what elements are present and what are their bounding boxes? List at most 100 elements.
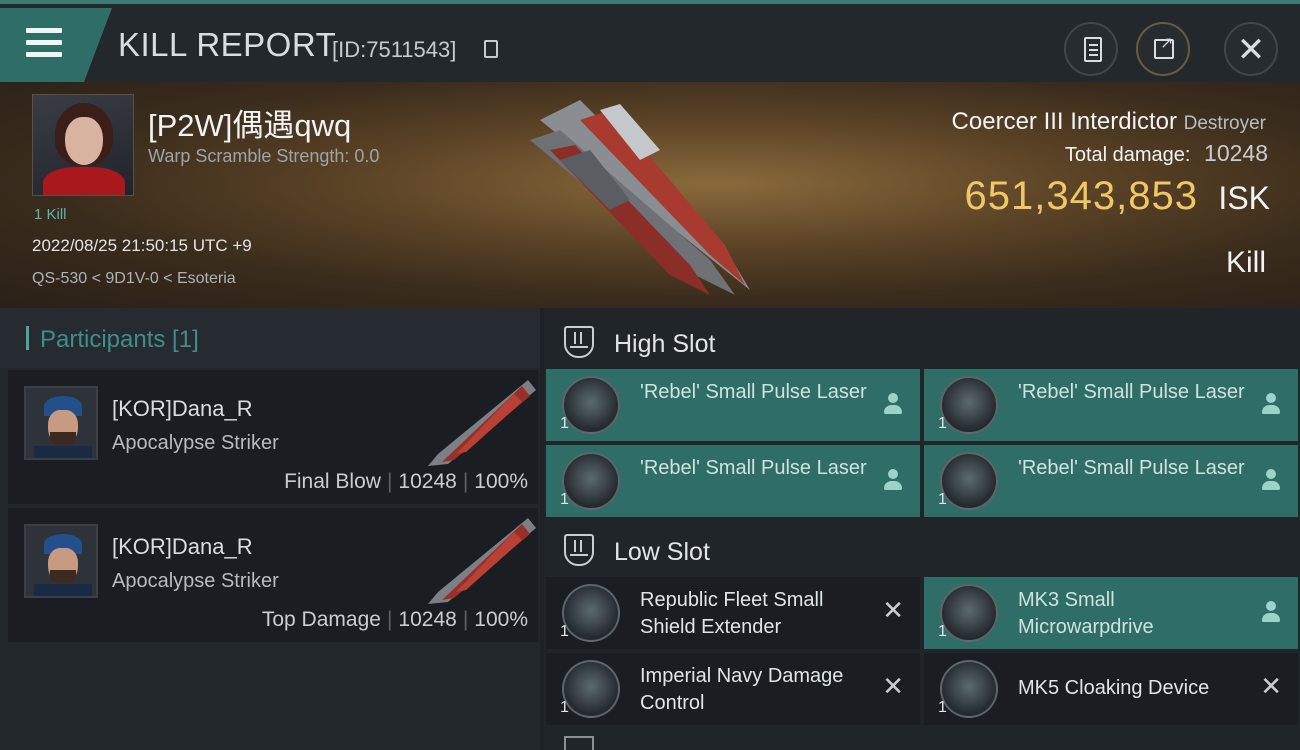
module-name: 'Rebel' Small Pulse Laser <box>640 381 867 403</box>
low-slot-icon <box>564 534 594 566</box>
module-name: 'Rebel' Small Pulse Laser <box>1018 457 1245 479</box>
module-name: 'Rebel' Small Pulse Laser <box>640 457 867 479</box>
avatar-beard <box>50 432 76 446</box>
next-slot-header-icon <box>564 736 594 750</box>
dropped-user-icon <box>1262 469 1280 491</box>
low-slot-label: Low Slot <box>614 538 710 566</box>
victim-portrait[interactable] <box>32 94 134 196</box>
isk-value-row: 651,343,853 ISK <box>965 174 1270 219</box>
clipboard-icon <box>1084 37 1102 62</box>
module-item[interactable]: 1 'Rebel' Small Pulse Laser <box>546 369 920 441</box>
pulse-laser-icon <box>940 376 998 434</box>
module-quantity: 1 <box>938 623 947 640</box>
pulse-laser-icon <box>940 452 998 510</box>
module-quantity: 1 <box>560 623 569 640</box>
kill-location[interactable]: QS-530 < 9D1V-0 < Esoteria <box>32 270 236 288</box>
module-item[interactable]: 1 MK5 Cloaking Device ✕ <box>924 653 1298 725</box>
dropped-user-icon <box>884 393 902 415</box>
participant-role: Top Damage <box>261 608 381 631</box>
module-quantity: 1 <box>560 491 569 508</box>
shield-extender-icon <box>562 584 620 642</box>
menu-button[interactable] <box>0 8 112 82</box>
module-item[interactable]: 1 Republic Fleet Small Shield Extender ✕ <box>546 577 920 649</box>
page-title: KILL REPORT <box>118 26 337 63</box>
share-icon <box>1154 33 1174 59</box>
participant-ship-image <box>428 518 536 604</box>
dropped-user-icon <box>1262 601 1280 623</box>
participants-header: Participants [1] <box>0 308 540 368</box>
module-name: MK3 Small Microwarpdrive <box>1018 589 1154 638</box>
total-damage: Total damage: 10248 <box>1065 140 1268 167</box>
module-item[interactable]: 1 MK3 Small Microwarpdrive <box>924 577 1298 649</box>
high-slot-icon <box>564 326 594 358</box>
module-item[interactable]: 1 'Rebel' Small Pulse Laser <box>924 445 1298 517</box>
victim-name[interactable]: [P2W]偶遇qwq <box>148 100 351 145</box>
hamburger-icon-line <box>26 40 62 45</box>
stats-separator: | <box>462 470 469 493</box>
module-name: MK5 Cloaking Device <box>1018 677 1210 699</box>
destroyed-x-icon: ✕ <box>882 595 904 625</box>
ship-class: Destroyer <box>1183 113 1266 134</box>
module-item[interactable]: 1 'Rebel' Small Pulse Laser <box>924 369 1298 441</box>
close-icon: ✕ <box>1236 31 1266 69</box>
avatar-body <box>34 446 92 458</box>
high-slot-label: High Slot <box>614 330 716 358</box>
portrait-face <box>65 117 103 165</box>
isk-unit: ISK <box>1218 180 1270 216</box>
hamburger-icon <box>26 28 62 33</box>
participant-row[interactable]: [KOR]Dana_R Apocalypse Striker Top Damag… <box>8 508 538 642</box>
participants-title: Participants [1] <box>40 326 199 353</box>
stats-separator: | <box>462 608 469 631</box>
stats-separator: | <box>386 470 393 493</box>
low-slot-header: Low Slot <box>544 520 1300 580</box>
participant-damage: 10248 <box>398 470 457 493</box>
module-name: 'Rebel' Small Pulse Laser <box>1018 381 1245 403</box>
high-slot-header: High Slot <box>544 312 1300 372</box>
close-button[interactable]: ✕ <box>1224 22 1278 76</box>
fitting-panel: High Slot 1 'Rebel' Small Pulse Laser 1 … <box>544 308 1300 750</box>
title-bar: KILL REPORT [ID:7511543] ✕ <box>0 0 1300 82</box>
copy-id-icon[interactable] <box>484 40 498 58</box>
participant-stats: Top Damage | 10248 | 100% <box>262 608 528 632</box>
participant-ship: Apocalypse Striker <box>112 432 279 454</box>
module-item[interactable]: 1 'Rebel' Small Pulse Laser <box>546 445 920 517</box>
participant-percent: 100% <box>474 470 528 493</box>
participants-panel: Participants [1] [KOR]Dana_R Apocalypse … <box>0 308 540 750</box>
module-quantity: 1 <box>938 491 947 508</box>
avatar-beard <box>50 570 76 584</box>
participant-avatar[interactable] <box>24 386 98 460</box>
cloaking-device-icon <box>940 660 998 718</box>
participant-name: [KOR]Dana_R <box>112 396 253 421</box>
share-button[interactable] <box>1136 22 1190 76</box>
ship-type[interactable]: Coercer III Interdictor <box>952 108 1177 135</box>
module-name: Republic Fleet Small Shield Extender <box>640 589 824 638</box>
module-quantity: 1 <box>560 699 569 716</box>
module-name: Imperial Navy Damage Control <box>640 665 844 714</box>
destroyed-x-icon: ✕ <box>882 671 904 701</box>
participant-ship: Apocalypse Striker <box>112 570 279 592</box>
participant-avatar[interactable] <box>24 524 98 598</box>
participant-row[interactable]: [KOR]Dana_R Apocalypse Striker Final Blo… <box>8 370 538 504</box>
module-item[interactable]: 1 Imperial Navy Damage Control ✕ <box>546 653 920 725</box>
kill-datetime: 2022/08/25 21:50:15 UTC +9 <box>32 236 252 255</box>
pulse-laser-icon <box>562 452 620 510</box>
portrait-body <box>43 167 125 195</box>
warp-scramble-strength: Warp Scramble Strength: 0.0 <box>148 146 380 166</box>
module-quantity: 1 <box>938 415 947 432</box>
kill-result: Kill <box>1225 246 1266 279</box>
isk-value: 651,343,853 <box>964 174 1198 218</box>
module-quantity: 1 <box>560 415 569 432</box>
victim-ship-image[interactable] <box>520 90 760 300</box>
participant-name: [KOR]Dana_R <box>112 534 253 559</box>
damage-control-icon <box>562 660 620 718</box>
victim-kill-count: 1 Kill <box>34 206 67 223</box>
clipboard-button[interactable] <box>1064 22 1118 76</box>
total-damage-label: Total damage: <box>1064 144 1191 166</box>
participant-role: Final Blow <box>284 470 381 493</box>
kill-banner: [P2W]偶遇qwq Warp Scramble Strength: 0.0 1… <box>0 82 1300 308</box>
ship-name: Coercer III Interdictor Destroyer <box>952 108 1266 136</box>
module-quantity: 1 <box>938 699 947 716</box>
pulse-laser-icon <box>562 376 620 434</box>
hamburger-icon-line <box>26 52 62 57</box>
total-damage-value: 10248 <box>1204 140 1268 166</box>
